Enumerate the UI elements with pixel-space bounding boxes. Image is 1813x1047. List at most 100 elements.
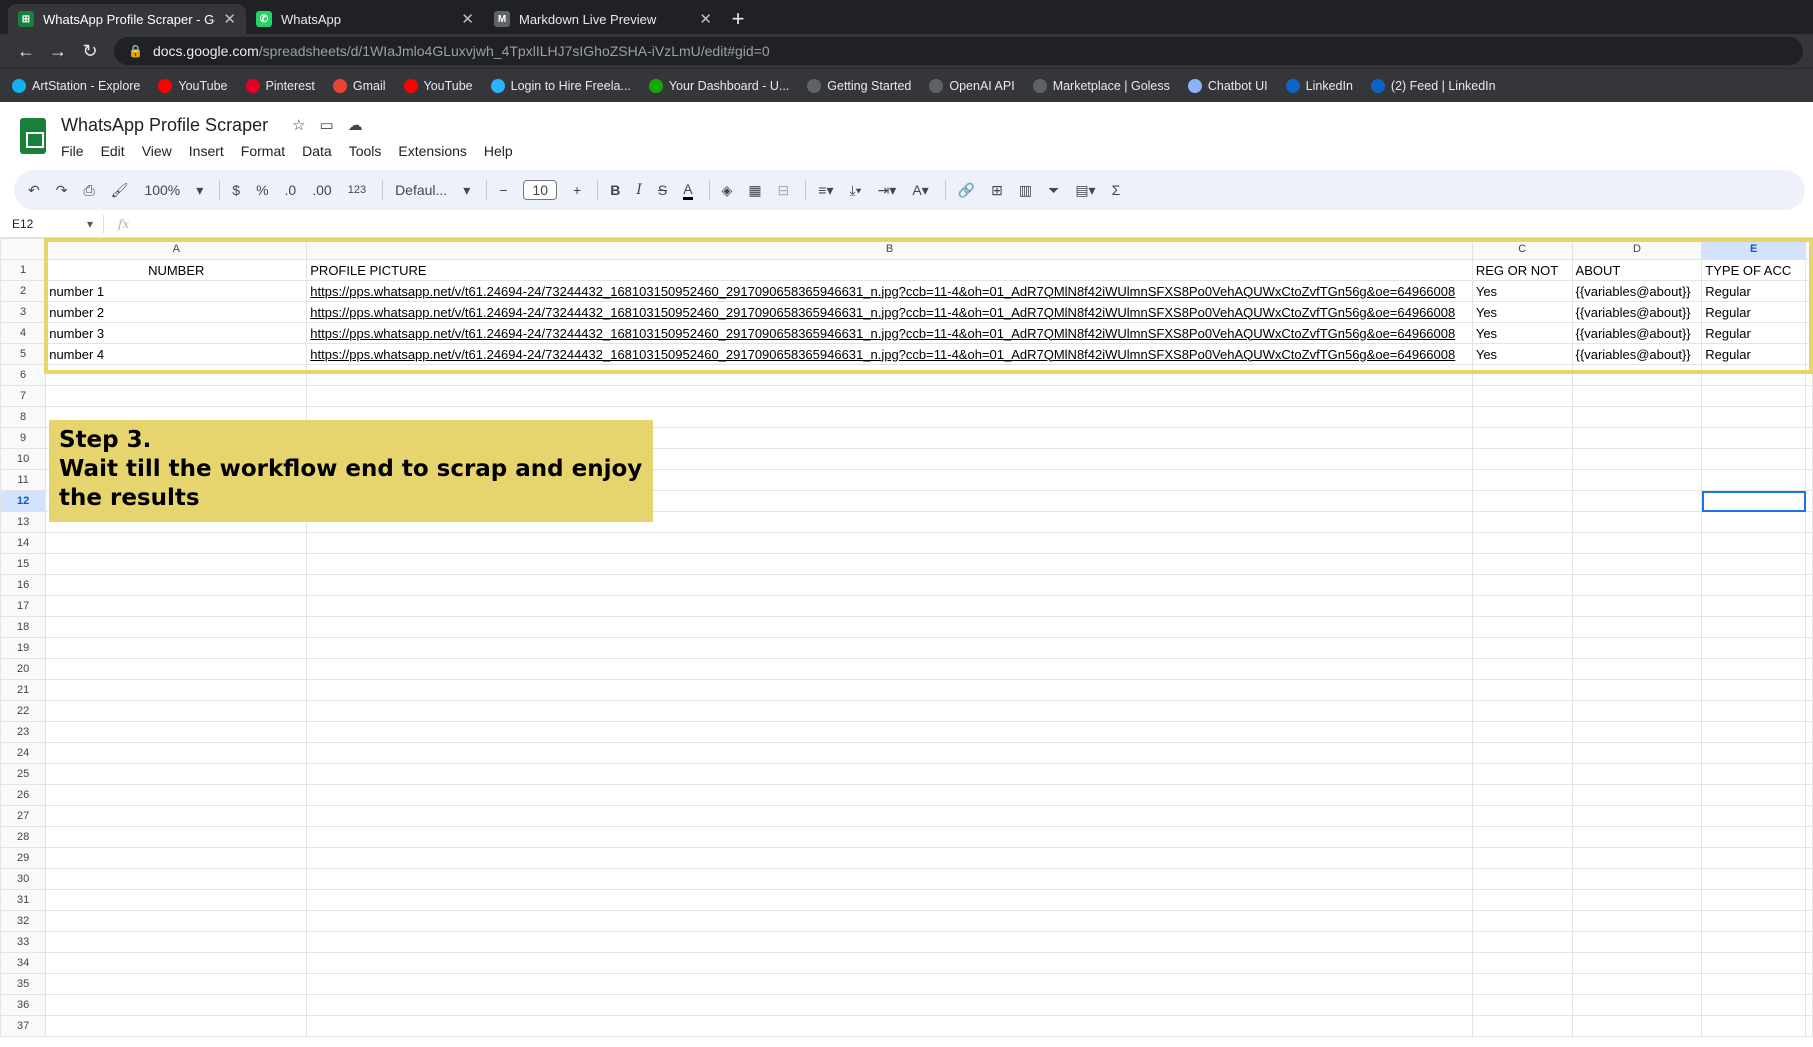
chart-icon[interactable]: ▥ (1019, 182, 1032, 199)
row-header[interactable]: 33 (0, 931, 47, 953)
row-header[interactable]: 5 (0, 343, 47, 365)
currency-button[interactable]: $ (232, 182, 240, 198)
grid-cell[interactable] (1805, 511, 1813, 533)
font-size-plus-icon[interactable]: + (573, 182, 581, 198)
grid-cell[interactable]: NUMBER (45, 259, 308, 281)
grid-cell[interactable] (45, 700, 308, 722)
grid-cell[interactable] (1471, 1015, 1573, 1037)
grid-cell[interactable]: number 1 (45, 280, 308, 302)
grid-cell[interactable] (45, 679, 308, 701)
redo-icon[interactable]: ↷ (56, 182, 68, 199)
grid-cell[interactable]: {{variables@about}} (1571, 301, 1703, 323)
grid-cell[interactable] (1471, 931, 1573, 953)
grid-cell[interactable] (1571, 847, 1703, 869)
grid-cell[interactable] (1701, 427, 1806, 449)
close-icon[interactable]: ✕ (223, 10, 236, 28)
row-header[interactable]: 6 (0, 364, 47, 386)
row-header[interactable]: 10 (0, 448, 47, 470)
grid-cell[interactable] (1471, 595, 1573, 617)
grid-cell[interactable] (306, 763, 1473, 785)
grid-cell[interactable] (1805, 616, 1813, 638)
grid-cell[interactable]: Regular (1701, 343, 1806, 365)
grid-cell[interactable] (1471, 910, 1573, 932)
bookmark-item[interactable]: Marketplace | Goless (1032, 78, 1170, 93)
grid-cell[interactable] (45, 595, 308, 617)
grid-cell[interactable] (1471, 616, 1573, 638)
grid-cell[interactable] (306, 784, 1473, 806)
grid-cell[interactable] (1701, 763, 1806, 785)
grid-cell[interactable] (1701, 721, 1806, 743)
grid-cell[interactable] (1701, 868, 1806, 890)
bookmark-item[interactable]: (2) Feed | LinkedIn (1370, 78, 1496, 93)
menu-item-extensions[interactable]: Extensions (398, 143, 466, 159)
grid-cell[interactable]: Regular (1701, 301, 1806, 323)
grid-cell[interactable]: REG OR NOT (1471, 259, 1573, 281)
grid-cell[interactable] (1805, 532, 1813, 554)
menu-item-data[interactable]: Data (302, 143, 332, 159)
grid-cell[interactable] (1805, 364, 1813, 386)
bookmark-item[interactable]: Chatbot UI (1187, 78, 1268, 93)
row-header[interactable]: 14 (0, 532, 47, 554)
grid-cell[interactable] (1701, 469, 1806, 491)
grid-cell[interactable] (1471, 658, 1573, 680)
grid-cell[interactable] (1571, 931, 1703, 953)
grid-cell[interactable] (1701, 406, 1806, 428)
grid-cell[interactable] (1701, 658, 1806, 680)
grid-cell[interactable] (1701, 805, 1806, 827)
row-header[interactable]: 18 (0, 616, 47, 638)
grid-cell[interactable] (1471, 679, 1573, 701)
column-header-d[interactable]: D (1571, 238, 1703, 260)
grid-cell[interactable] (306, 952, 1473, 974)
grid-cell[interactable] (1471, 469, 1573, 491)
grid-cell[interactable] (45, 952, 308, 974)
grid-cell[interactable] (1571, 910, 1703, 932)
grid-cell[interactable] (1471, 553, 1573, 575)
grid-cell[interactable] (306, 868, 1473, 890)
grid-cell[interactable] (306, 742, 1473, 764)
grid-cell[interactable] (1571, 427, 1703, 449)
grid-cell[interactable] (1471, 868, 1573, 890)
menu-item-format[interactable]: Format (241, 143, 285, 159)
grid-cell[interactable]: number 2 (45, 301, 308, 323)
grid-cell[interactable] (1701, 700, 1806, 722)
grid-cell[interactable] (1471, 973, 1573, 995)
grid-cell[interactable] (1701, 574, 1806, 596)
grid-cell[interactable] (45, 931, 308, 953)
row-header[interactable]: 8 (0, 406, 47, 428)
grid-cell[interactable] (1571, 952, 1703, 974)
grid-cell[interactable] (1805, 553, 1813, 575)
number-format-button[interactable]: 123 (348, 184, 366, 196)
zoom-select[interactable]: 100% (144, 182, 180, 198)
grid-cell[interactable] (1701, 784, 1806, 806)
grid-cell[interactable] (45, 784, 308, 806)
grid-cell[interactable] (1471, 532, 1573, 554)
grid-cell[interactable] (45, 721, 308, 743)
grid-cell[interactable] (1805, 679, 1813, 701)
grid-cell[interactable]: https://pps.whatsapp.net/v/t61.24694-24/… (306, 322, 1473, 344)
grid-cell[interactable] (1701, 847, 1806, 869)
fill-color-icon[interactable]: ◈ (722, 182, 733, 199)
grid-cell[interactable]: PROFILE PICTURE (306, 259, 1473, 281)
grid-cell[interactable] (1805, 805, 1813, 827)
grid-cell[interactable]: number 3 (45, 322, 308, 344)
grid-cell[interactable] (1805, 574, 1813, 596)
forward-icon[interactable]: → (42, 41, 74, 62)
grid-cell[interactable] (1471, 847, 1573, 869)
grid-cell[interactable] (1805, 910, 1813, 932)
grid-cell[interactable]: Yes (1471, 301, 1573, 323)
link-icon[interactable]: 🔗 (958, 182, 975, 199)
grid-cell[interactable] (1571, 889, 1703, 911)
grid-cell[interactable] (1571, 406, 1703, 428)
column-header-e[interactable]: E (1701, 238, 1806, 260)
grid-cell[interactable] (1701, 553, 1806, 575)
grid-cell[interactable] (1571, 553, 1703, 575)
grid-cell[interactable] (1805, 889, 1813, 911)
grid-cell[interactable] (1805, 448, 1813, 470)
grid-cell[interactable] (306, 385, 1473, 407)
grid-cell[interactable] (1571, 490, 1703, 512)
grid-cell[interactable] (1471, 637, 1573, 659)
grid-cell[interactable] (1471, 406, 1573, 428)
grid-cell[interactable] (1805, 742, 1813, 764)
grid-cell[interactable] (1701, 364, 1806, 386)
grid-cell[interactable] (45, 805, 308, 827)
